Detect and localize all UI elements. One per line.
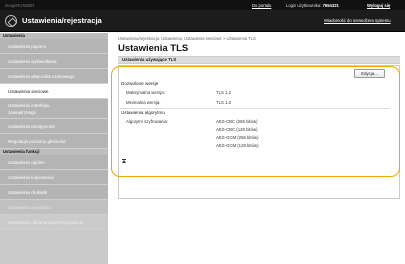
top-bar: imageRUNNER Do portalu Login użytkownika… bbox=[0, 0, 405, 10]
sidebar-item-label: Ustawienia drukarki bbox=[8, 189, 48, 195]
encryption-label: Algorytm szyfrowania: bbox=[126, 119, 169, 124]
sidebar-item-label: Ustawienia włącznika czasowego bbox=[8, 73, 75, 79]
sidebar-item-label: Ustawienia dostępności bbox=[8, 123, 56, 129]
message-admin-link[interactable]: Wiadomość do menedżera systemu bbox=[324, 18, 391, 23]
sidebar-item-receive-forward[interactable]: Ustawienia odbierania/przekazywania bbox=[0, 215, 108, 230]
sidebar-item-network[interactable]: Ustawienia sieciowe bbox=[0, 84, 108, 99]
logout-link[interactable]: Wyloguj się bbox=[367, 3, 390, 8]
edit-button[interactable]: Edycja... bbox=[354, 69, 385, 78]
algorithm-item: AES-GCM (128 bitów) bbox=[216, 143, 259, 148]
algorithm-item: AES-GCM (256 bitów) bbox=[216, 135, 259, 140]
sidebar-item-label: Ustawienia papieru bbox=[8, 43, 47, 49]
sidebar-item-copy[interactable]: Ustawienia kopiowania bbox=[0, 170, 108, 185]
breadcrumb: Ustawienia/rejestracja: Ustawienia: Usta… bbox=[118, 36, 256, 41]
brand-logo: imageRUNNER bbox=[5, 3, 35, 8]
settings-table-header: Ustawienia używające TLS bbox=[118, 56, 400, 64]
max-version-label: Maksymalna wersja: bbox=[126, 90, 165, 95]
sidebar-item-label: Ustawienia wysyłania bbox=[8, 204, 51, 210]
sidebar-item-accessibility[interactable]: Ustawienia dostępności bbox=[0, 119, 108, 134]
section-divider bbox=[120, 108, 390, 109]
algorithm-section-title: Ustawienia algorytmu bbox=[121, 110, 165, 115]
sidebar-item-label: Ustawienia odbierania/przekazywania bbox=[8, 219, 84, 225]
sidebar-item-external-interface[interactable]: Ustawienia interfejsu zewnętrznego bbox=[0, 99, 108, 119]
max-version-value: TLS 1.2 bbox=[216, 90, 232, 95]
home-icon[interactable] bbox=[5, 15, 17, 27]
app-title: Ustawienia/rejestracja bbox=[22, 16, 102, 25]
sidebar-item-volume[interactable]: Regulacja poziomu głośności bbox=[0, 134, 108, 149]
sidebar-item-timer[interactable]: Ustawienia włącznika czasowego bbox=[0, 69, 108, 84]
portal-link[interactable]: Do portalu bbox=[252, 3, 271, 8]
sidebar-item-general[interactable]: Ustawienia ogólne bbox=[0, 155, 108, 170]
sidebar-item-label: Regulacja poziomu głośności bbox=[8, 138, 67, 144]
sidebar-item-label: Ustawienia kopiowania bbox=[8, 174, 54, 180]
min-version-label: Minimalna wersja: bbox=[126, 100, 161, 105]
collapse-toggle[interactable] bbox=[118, 159, 400, 165]
app-header: Ustawienia/rejestracja Wiadomość do mene… bbox=[0, 10, 405, 32]
sidebar: Ustawienia Ustawienia papieru Ustawienia… bbox=[0, 33, 108, 264]
sidebar-item-paper[interactable]: Ustawienia papieru bbox=[0, 39, 108, 54]
sidebar-item-label: Ustawienia wyświetlania bbox=[8, 58, 57, 64]
sidebar-item-label: Ustawienia ogólne bbox=[8, 159, 45, 165]
settings-panel bbox=[118, 65, 400, 199]
login-label: Login użytkownika: bbox=[286, 2, 322, 8]
login-info: Login użytkownika: 7654321 bbox=[286, 3, 339, 8]
algorithm-item: AES-CBC (128 bitów) bbox=[216, 127, 258, 132]
versions-section-title: Dozwolone wersje bbox=[121, 81, 159, 86]
login-user: 7654321 bbox=[322, 2, 339, 8]
collapse-up-icon bbox=[122, 160, 126, 163]
sidebar-item-send[interactable]: Ustawienia wysyłania bbox=[0, 200, 108, 215]
page-title: Ustawienia TLS bbox=[118, 43, 189, 54]
sidebar-item-display[interactable]: Ustawienia wyświetlania bbox=[0, 54, 108, 69]
sidebar-item-label: Ustawienia sieciowe bbox=[8, 88, 49, 94]
sidebar-item-printer[interactable]: Ustawienia drukarki bbox=[0, 185, 108, 200]
sidebar-item-label: Ustawienia interfejsu zewnętrznego bbox=[8, 102, 50, 115]
main-content: Ustawienia/rejestracja: Ustawienia: Usta… bbox=[108, 33, 405, 264]
algorithm-item: AES-CBC (256 bitów) bbox=[216, 119, 258, 124]
min-version-value: TLS 1.0 bbox=[216, 100, 232, 105]
